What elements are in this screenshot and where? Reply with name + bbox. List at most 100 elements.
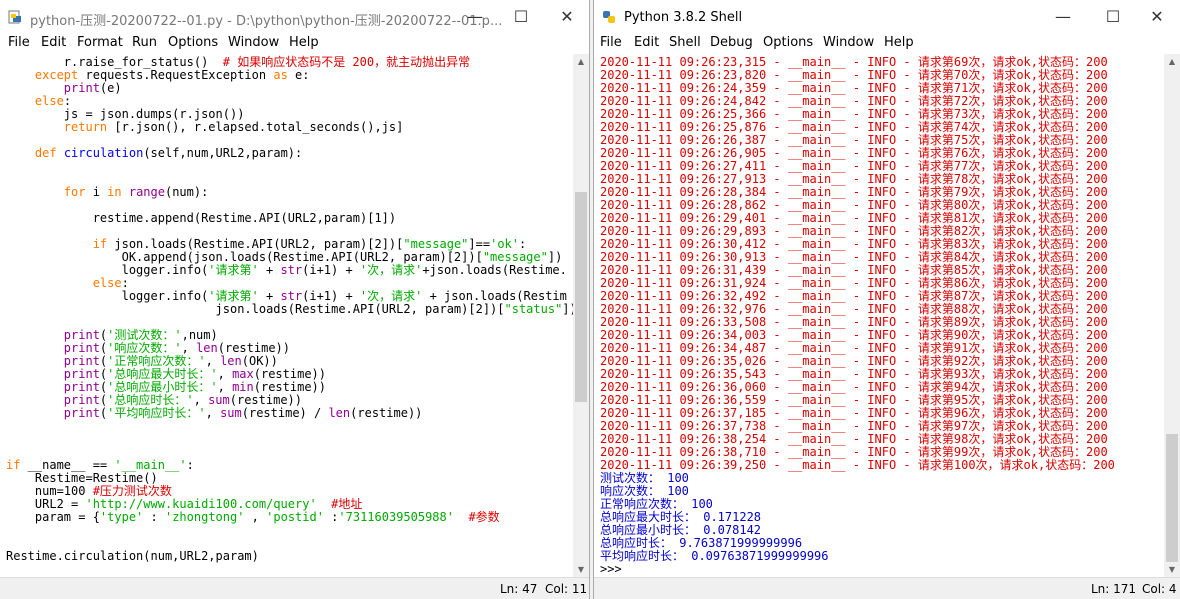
code-token: #地址 <box>331 497 363 511</box>
code-token: __name__ == <box>20 458 115 472</box>
minimize-button[interactable]: — <box>1040 0 1086 34</box>
scroll-down-arrow-icon[interactable]: ▼ <box>1164 562 1180 578</box>
menu-options[interactable]: Options <box>763 35 813 50</box>
code-token: (restime)) <box>217 341 290 355</box>
code-token: , <box>181 341 197 355</box>
code-token: min <box>232 380 254 394</box>
scroll-up-arrow-icon[interactable]: ▲ <box>573 54 589 70</box>
code-token: (e) <box>99 81 122 95</box>
code-token: '响应次数：' <box>107 341 182 355</box>
code-token: + <box>258 263 281 277</box>
code-token: , <box>205 354 221 368</box>
editor-menubar: File Edit Format Run Options Window Help <box>0 34 589 54</box>
scrollbar-thumb[interactable] <box>575 192 587 402</box>
editor-title: python-压测-20200722--01.py - D:\python\py… <box>30 14 503 29</box>
code-token: '总响应最小时长：' <box>107 380 218 394</box>
code-token: param = { <box>6 510 100 524</box>
code-token: json.loads(Restime.API(URL2, param)[2])[ <box>107 237 404 251</box>
code-token: URL2 = <box>6 497 86 511</box>
editor-scrollbar[interactable]: ▲ ▼ <box>573 54 589 578</box>
result-line: 平均响应时长： 0.09763871999999996 <box>600 549 829 563</box>
menu-debug[interactable]: Debug <box>710 35 753 50</box>
menu-file[interactable]: File <box>8 35 30 50</box>
code-token: print <box>63 393 100 407</box>
code-token: '平均响应时长：' <box>107 406 206 420</box>
shell-title: Python 3.8.2 Shell <box>624 10 743 25</box>
minimize-button[interactable]: — <box>452 0 498 34</box>
code-token: # 如果响应状态码不是 200，就主动抛出异常 <box>222 55 471 69</box>
code-token: in <box>107 185 122 199</box>
code-token: ]== <box>468 237 491 251</box>
code-token: if <box>6 458 21 472</box>
close-button[interactable]: ✕ <box>544 0 590 34</box>
menu-format[interactable]: Format <box>77 35 123 50</box>
maximize-button[interactable]: ☐ <box>1090 0 1136 34</box>
code-token: +json.loads(Restime. <box>422 263 567 277</box>
code-token: '__main__' <box>114 458 187 472</box>
scroll-down-arrow-icon[interactable]: ▼ <box>573 562 589 578</box>
scrollbar-thumb[interactable] <box>1166 434 1178 562</box>
menu-file[interactable]: File <box>600 35 622 50</box>
shell-menubar: File Edit Shell Debug Options Window Hel… <box>594 34 1180 54</box>
code-token: , <box>217 380 233 394</box>
code-token: + json.loads(Restim <box>422 289 567 303</box>
menu-edit[interactable]: Edit <box>41 35 66 50</box>
code-token: except <box>34 68 79 82</box>
code-token: range <box>128 185 165 199</box>
editor-titlebar[interactable]: python-压测-20200722--01.py - D:\python\py… <box>0 0 589 34</box>
menu-options[interactable]: Options <box>168 35 218 50</box>
code-token: : <box>519 237 527 251</box>
code-token: 'ok' <box>490 237 519 251</box>
code-token: '次，请求' <box>359 289 423 303</box>
menu-run[interactable]: Run <box>132 35 157 50</box>
menu-shell[interactable]: Shell <box>669 35 701 50</box>
code-token: (OK)) <box>241 354 278 368</box>
code-token: num=100 <box>6 484 93 498</box>
code-token: '73116039505988' <box>338 510 454 524</box>
menu-window[interactable]: Window <box>228 35 279 50</box>
code-token: 'type' <box>99 510 144 524</box>
menu-window[interactable]: Window <box>823 35 874 50</box>
code-token: print <box>63 341 100 355</box>
code-editor[interactable]: r.raise_for_status() # 如果响应状态码不是 200，就主动… <box>0 54 573 578</box>
shell-output[interactable]: 2020-11-11 09:26:23,315 - __main__ - INF… <box>594 54 1164 578</box>
code-line: Restime.circulation(num,URL2,param) <box>6 550 259 563</box>
code-token: len <box>196 341 218 355</box>
code-token: (self,num,URL2,param): <box>143 146 303 160</box>
shell-scrollbar[interactable]: ▲ ▼ <box>1164 54 1180 578</box>
code-token: max <box>232 367 254 381</box>
close-button[interactable]: ✕ <box>1134 0 1180 34</box>
code-token: (i+1) + <box>302 263 360 277</box>
code-token: def <box>34 146 57 160</box>
line-number: Ln: 171 <box>1091 582 1137 596</box>
code-line: param = {'type' : 'zhongtong' , 'postid'… <box>6 511 500 524</box>
scroll-up-arrow-icon[interactable]: ▲ <box>1164 54 1180 70</box>
code-token: "message" <box>403 237 469 251</box>
code-token: '总响应时长：' <box>107 393 194 407</box>
code-token: '正常响应次数：' <box>107 354 206 368</box>
code-token: [r.json(), r.elapsed.total_seconds(),js] <box>107 120 404 134</box>
menu-help[interactable]: Help <box>289 35 319 50</box>
code-token: 'zhongtong' <box>164 510 245 524</box>
shell-prompt: >>> <box>600 562 622 576</box>
menu-edit[interactable]: Edit <box>634 35 659 50</box>
menu-help[interactable]: Help <box>884 35 914 50</box>
shell-titlebar[interactable]: Python 3.8.2 Shell — ☐ ✕ <box>594 0 1180 34</box>
code-token: 'http://www.kuaidi100.com/query' <box>85 497 317 511</box>
editor-window: python-压测-20200722--01.py - D:\python\py… <box>0 0 590 599</box>
code-token: , <box>244 510 267 524</box>
maximize-button[interactable]: ☐ <box>498 0 544 34</box>
code-token: logger.info( <box>6 289 209 303</box>
code-token: as <box>273 68 288 82</box>
code-token: print <box>63 354 100 368</box>
